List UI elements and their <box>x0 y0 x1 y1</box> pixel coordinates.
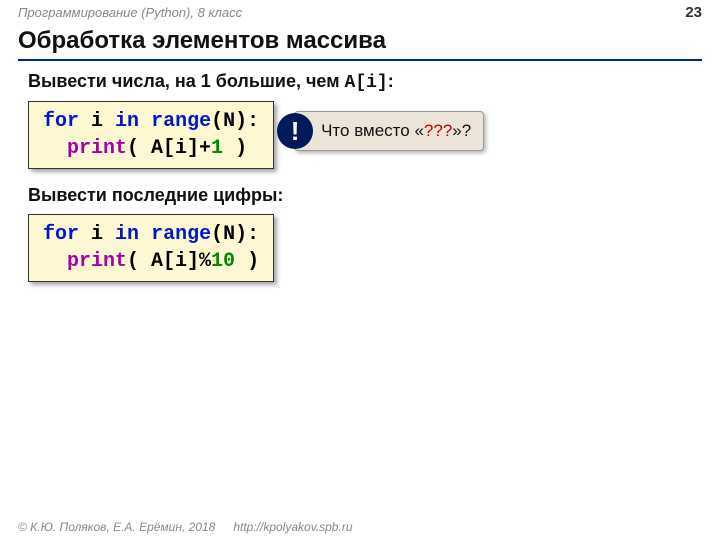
title-underline <box>18 59 702 61</box>
page-title: Обработка элементов массива <box>0 21 720 59</box>
subtitle-1-colon: : <box>388 71 394 91</box>
subtitle-1-text: Вывести числа, на 1 большие, чем <box>28 71 345 91</box>
code-block-1: for i in range(N): print( A[i]+1 ) <box>28 101 274 169</box>
expr-close: ) <box>223 137 247 160</box>
indent <box>43 137 67 160</box>
header-bar: Программирование (Python), 8 класс 23 <box>0 0 720 21</box>
num-literal: 10 <box>211 250 235 273</box>
subtitle-1: Вывести числа, на 1 большие, чем A[i]: <box>28 71 692 93</box>
var-i: i <box>79 223 115 246</box>
callout-box: ! Что вместо «???»? <box>294 111 484 151</box>
callout-pre: Что вместо « <box>321 121 424 140</box>
args: (N): <box>211 223 259 246</box>
var-i: i <box>79 110 115 133</box>
copyright: © К.Ю. Поляков, Е.А. Ерёмин, 2018 <box>18 520 215 534</box>
callout-text: Что вместо «???»? <box>321 121 471 141</box>
fn-print: print <box>67 137 127 160</box>
indent <box>43 250 67 273</box>
num-literal: 1 <box>211 137 223 160</box>
content-area: Вывести числа, на 1 большие, чем A[i]: f… <box>0 71 720 282</box>
fn-range: range <box>151 110 211 133</box>
kw-in: in <box>115 110 139 133</box>
course-label: Программирование (Python), 8 класс <box>18 5 242 20</box>
expr-open: ( A[i]% <box>127 250 211 273</box>
kw-in: in <box>115 223 139 246</box>
subtitle-1-code: A[i] <box>345 73 388 93</box>
row-1: for i in range(N): print( A[i]+1 ) ! Что… <box>28 101 692 169</box>
space <box>139 110 151 133</box>
code-block-2: for i in range(N): print( A[i]%10 ) <box>28 214 274 282</box>
fn-print: print <box>67 250 127 273</box>
exclamation-icon: ! <box>277 113 313 149</box>
space <box>139 223 151 246</box>
kw-for: for <box>43 223 79 246</box>
footer: © К.Ю. Поляков, Е.А. Ерёмин, 2018 http:/… <box>0 520 720 534</box>
kw-for: for <box>43 110 79 133</box>
expr-close: ) <box>235 250 259 273</box>
page-number: 23 <box>685 4 702 21</box>
args: (N): <box>211 110 259 133</box>
footer-url: http://kpolyakov.spb.ru <box>233 520 352 534</box>
subtitle-2: Вывести последние цифры: <box>28 185 692 206</box>
callout-post: »? <box>452 121 471 140</box>
fn-range: range <box>151 223 211 246</box>
callout-question: ??? <box>424 121 452 140</box>
expr-open: ( A[i]+ <box>127 137 211 160</box>
